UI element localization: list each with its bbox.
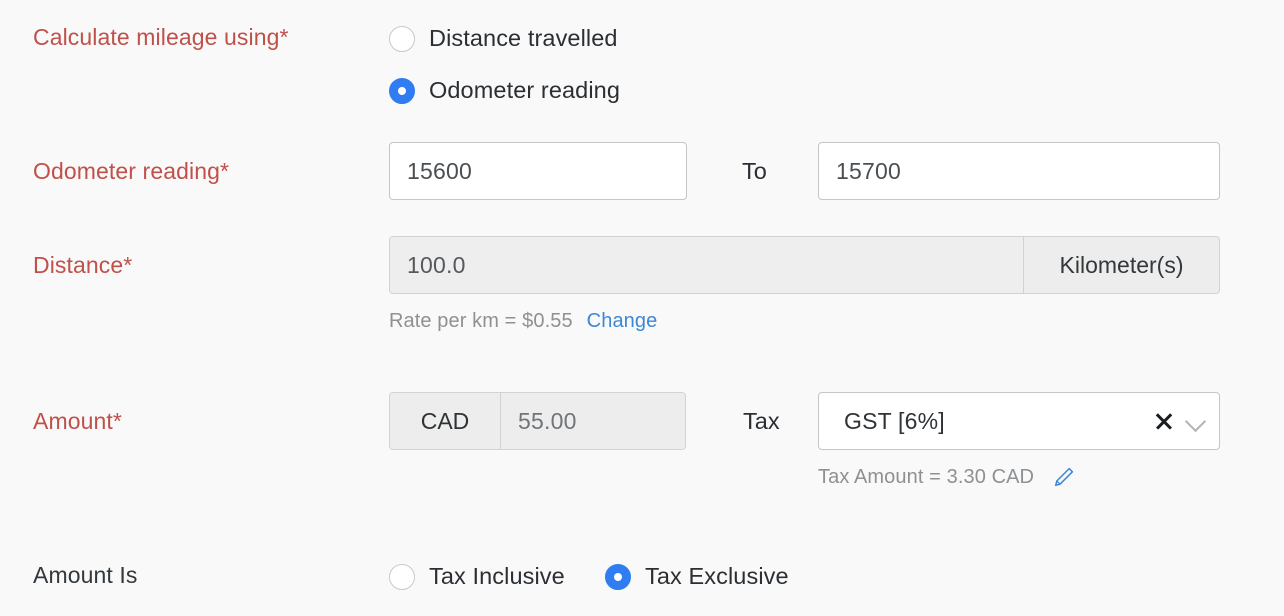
distance-value-input: 100.0 — [390, 237, 1023, 293]
amount-value-input: 55.00 — [501, 393, 685, 449]
odometer-reading-to-input[interactable]: 15700 — [818, 142, 1220, 200]
radio-option-tax-inclusive[interactable]: Tax Inclusive — [389, 563, 565, 590]
label-tax: Tax — [743, 408, 780, 434]
odometer-reading-from-input[interactable]: 15600 — [389, 142, 687, 200]
field-row-calculate-mileage-using: Calculate mileage using* Distance travel… — [0, 0, 1284, 130]
distance-rate-hint: Rate per km = $0.55 Change — [389, 310, 657, 333]
radio-tax-exclusive-icon[interactable] — [605, 563, 631, 590]
label-amount: Amount* — [33, 408, 122, 434]
field-row-amount-is: Amount Is Tax Inclusive Tax Exclusive — [0, 545, 1284, 616]
amount-currency-selector[interactable]: CAD — [390, 393, 501, 449]
radio-option-tax-exclusive[interactable]: Tax Exclusive — [605, 563, 789, 590]
tax-amount-hint: Tax Amount = 3.30 CAD — [818, 465, 1076, 489]
odometer-range-separator-label: To — [742, 158, 767, 184]
radio-option-distance-travelled[interactable]: Distance travelled — [389, 25, 618, 52]
rate-per-km-text: Rate per km = $0.55 — [389, 310, 573, 332]
field-row-odometer-reading: Odometer reading* 15600 To 15700 — [0, 130, 1284, 230]
tax-amount-text: Tax Amount = 3.30 CAD — [818, 465, 1035, 488]
pencil-edit-icon[interactable] — [1052, 465, 1076, 489]
radio-distance-travelled-icon[interactable] — [389, 25, 415, 52]
mileage-expense-form: Calculate mileage using* Distance travel… — [0, 0, 1284, 616]
label-calculate-mileage-using: Calculate mileage using* — [33, 24, 289, 50]
radio-label-odometer-reading: Odometer reading — [429, 77, 621, 103]
label-odometer-reading: Odometer reading* — [33, 158, 230, 184]
radio-label-distance-travelled: Distance travelled — [429, 25, 618, 51]
label-distance: Distance* — [33, 252, 133, 278]
distance-unit-selector[interactable]: Kilometer(s) — [1023, 237, 1219, 293]
field-row-amount: Amount* CAD 55.00 Tax GST [6%] Tax Amoun… — [0, 385, 1284, 545]
chevron-down-icon[interactable] — [1187, 412, 1205, 430]
distance-field-group: 100.0 Kilometer(s) — [389, 236, 1220, 294]
radio-label-tax-inclusive: Tax Inclusive — [429, 563, 565, 589]
tax-select[interactable]: GST [6%] — [818, 392, 1220, 450]
radio-tax-inclusive-icon[interactable] — [389, 563, 415, 590]
tax-select-value: GST [6%] — [844, 407, 945, 434]
radio-label-tax-exclusive: Tax Exclusive — [645, 563, 789, 589]
change-rate-link[interactable]: Change — [587, 310, 658, 333]
amount-field-group: CAD 55.00 — [389, 392, 686, 450]
field-row-distance: Distance* 100.0 Kilometer(s) Rate per km… — [0, 230, 1284, 385]
radio-option-odometer-reading[interactable]: Odometer reading — [389, 77, 620, 104]
label-amount-is: Amount Is — [33, 562, 138, 588]
radio-odometer-reading-icon[interactable] — [389, 77, 415, 104]
clear-tax-icon[interactable] — [1153, 410, 1175, 432]
